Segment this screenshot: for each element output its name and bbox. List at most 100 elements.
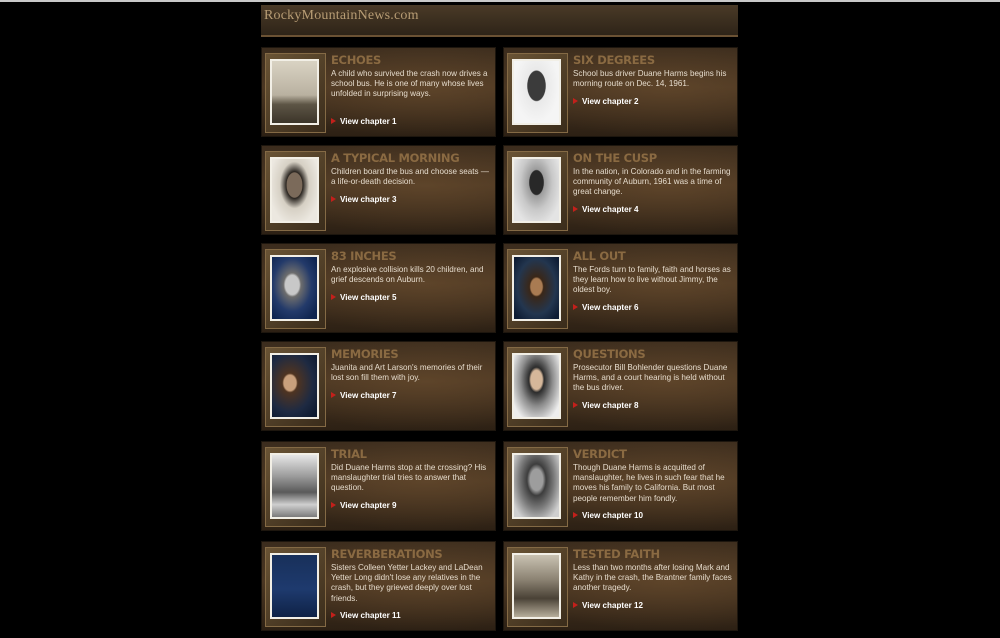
view-chapter-link[interactable]: View chapter 4	[573, 205, 639, 214]
view-chapter-label[interactable]: View chapter 6	[582, 303, 639, 312]
chapter-photo-frame[interactable]	[265, 249, 326, 329]
portrait-man-bw-image[interactable]	[514, 455, 559, 517]
chapter-title[interactable]: ON THE CUSP	[573, 151, 657, 165]
chapter-description: In the nation, in Colorado and in the fa…	[573, 167, 731, 197]
chapter-title[interactable]: TESTED FAITH	[573, 547, 660, 561]
train-image[interactable]	[272, 455, 317, 517]
view-chapter-link[interactable]: View chapter 11	[331, 611, 401, 620]
view-chapter-label[interactable]: View chapter 7	[340, 391, 397, 400]
view-chapter-label[interactable]: View chapter 2	[582, 97, 639, 106]
view-chapter-link[interactable]: View chapter 10	[573, 511, 643, 520]
chapter-title[interactable]: REVERBERATIONS	[331, 547, 443, 561]
browser-top-edge	[0, 0, 1000, 2]
chapter-title[interactable]: VERDICT	[573, 447, 627, 461]
chapter-title[interactable]: TRIAL	[331, 447, 367, 461]
chapter-card: REVERBERATIONS Sisters Colleen Yetter Lac…	[261, 541, 496, 631]
chapter-photo[interactable]	[512, 353, 561, 419]
view-chapter-label[interactable]: View chapter 12	[582, 601, 643, 610]
view-chapter-label[interactable]: View chapter 3	[340, 195, 397, 204]
chapter-photo[interactable]	[512, 59, 561, 125]
view-chapter-label[interactable]: View chapter 11	[340, 611, 401, 620]
view-chapter-link[interactable]: View chapter 7	[331, 391, 397, 400]
view-chapter-link[interactable]: View chapter 9	[331, 501, 397, 510]
chapter-photo-frame[interactable]	[265, 547, 326, 627]
chapter-title[interactable]: ECHOES	[331, 53, 381, 67]
view-chapter-link[interactable]: View chapter 2	[573, 97, 639, 106]
portrait-young-man-image[interactable]	[514, 61, 559, 123]
red-arrow-icon	[331, 118, 336, 124]
chapter-description: A child who survived the crash now drive…	[331, 69, 488, 99]
chapter-card: TRIAL Did Duane Harms stop at the crossin…	[261, 441, 496, 531]
masthead: RockyMountainNews.com	[261, 5, 738, 37]
chapter-description: An explosive collision kills 20 children…	[331, 265, 484, 285]
portrait-boy-cap-image[interactable]	[514, 159, 559, 221]
chapter-photo[interactable]	[270, 353, 319, 419]
view-chapter-label[interactable]: View chapter 1	[340, 117, 397, 126]
chapter-photo-frame[interactable]	[507, 447, 568, 527]
chapter-photo-frame[interactable]	[265, 53, 326, 133]
chapter-photo[interactable]	[270, 553, 319, 619]
view-chapter-link[interactable]: View chapter 12	[573, 601, 643, 610]
chapter-photo[interactable]	[270, 255, 319, 321]
portrait-elder-image[interactable]	[272, 257, 317, 319]
chapter-photo[interactable]	[512, 453, 561, 519]
portrait-couple-image[interactable]	[272, 355, 317, 417]
view-chapter-link[interactable]: View chapter 3	[331, 195, 397, 204]
chapter-description: Though Duane Harms is acquitted of mansl…	[573, 463, 725, 503]
chapter-photo[interactable]	[270, 59, 319, 125]
chapter-photo-frame[interactable]	[507, 347, 568, 427]
chapter-description: Did Duane Harms stop at the crossing? Hi…	[331, 463, 487, 493]
landscape-tracks-image[interactable]	[272, 61, 317, 123]
red-arrow-icon	[573, 602, 578, 608]
sisters-image[interactable]	[272, 555, 317, 617]
chapter-photo[interactable]	[512, 157, 561, 223]
portrait-girl-image[interactable]	[272, 159, 317, 221]
red-arrow-icon	[331, 294, 336, 300]
portrait-man-suit-image[interactable]	[514, 355, 559, 417]
chapter-description: Prosecutor Bill Bohlender questions Duan…	[573, 363, 728, 393]
view-chapter-label[interactable]: View chapter 10	[582, 511, 643, 520]
site-title[interactable]: RockyMountainNews.com	[264, 8, 419, 24]
chapter-photo-frame[interactable]	[265, 151, 326, 231]
chapter-title[interactable]: SIX DEGREES	[573, 53, 655, 67]
portrait-cowboy-image[interactable]	[514, 257, 559, 319]
view-chapter-link[interactable]: View chapter 1	[331, 117, 397, 126]
chapter-card: ON THE CUSP In the nation, in Colorado an…	[503, 145, 738, 235]
chapter-photo-frame[interactable]	[507, 53, 568, 133]
chapter-photo[interactable]	[270, 157, 319, 223]
chapter-card: VERDICT Though Duane Harms is acquitted o…	[503, 441, 738, 531]
view-chapter-label[interactable]: View chapter 9	[340, 501, 397, 510]
red-arrow-icon	[331, 502, 336, 508]
view-chapter-link[interactable]: View chapter 6	[573, 303, 639, 312]
chapter-photo-frame[interactable]	[507, 151, 568, 231]
chapter-title[interactable]: ALL OUT	[573, 249, 626, 263]
view-chapter-link[interactable]: View chapter 8	[573, 401, 639, 410]
view-chapter-label[interactable]: View chapter 5	[340, 293, 397, 302]
chapter-description: School bus driver Duane Harms begins his…	[573, 69, 727, 89]
chapter-description: Less than two months after losing Mark a…	[573, 563, 732, 593]
red-arrow-icon	[573, 402, 578, 408]
chapter-photo-frame[interactable]	[507, 249, 568, 329]
view-chapter-label[interactable]: View chapter 4	[582, 205, 639, 214]
chapter-photo-frame[interactable]	[265, 347, 326, 427]
chapter-photo[interactable]	[512, 553, 561, 619]
chapter-card: MEMORIES Juanita and Art Larson's memorie…	[261, 341, 496, 431]
chapter-title[interactable]: MEMORIES	[331, 347, 399, 361]
red-arrow-icon	[573, 206, 578, 212]
view-chapter-link[interactable]: View chapter 5	[331, 293, 397, 302]
chapter-photo-frame[interactable]	[507, 547, 568, 627]
chapter-title[interactable]: 83 INCHES	[331, 249, 397, 263]
chapter-title[interactable]: A TYPICAL MORNING	[331, 151, 460, 165]
chapter-photo-frame[interactable]	[265, 447, 326, 527]
chapter-card: ALL OUT The Fords turn to family, faith a…	[503, 243, 738, 333]
view-chapter-label[interactable]: View chapter 8	[582, 401, 639, 410]
page-container: RockyMountainNews.com ECHOES A child who …	[261, 5, 738, 638]
chapter-title[interactable]: QUESTIONS	[573, 347, 646, 361]
chapter-photo[interactable]	[512, 255, 561, 321]
chapter-card: TESTED FAITH Less than two months after l…	[503, 541, 738, 631]
chapter-photo[interactable]	[270, 453, 319, 519]
chapter-description: The Fords turn to family, faith and hors…	[573, 265, 731, 295]
chapter-description: Juanita and Art Larson's memories of the…	[331, 363, 483, 383]
family-group-image[interactable]	[514, 555, 559, 617]
red-arrow-icon	[573, 512, 578, 518]
